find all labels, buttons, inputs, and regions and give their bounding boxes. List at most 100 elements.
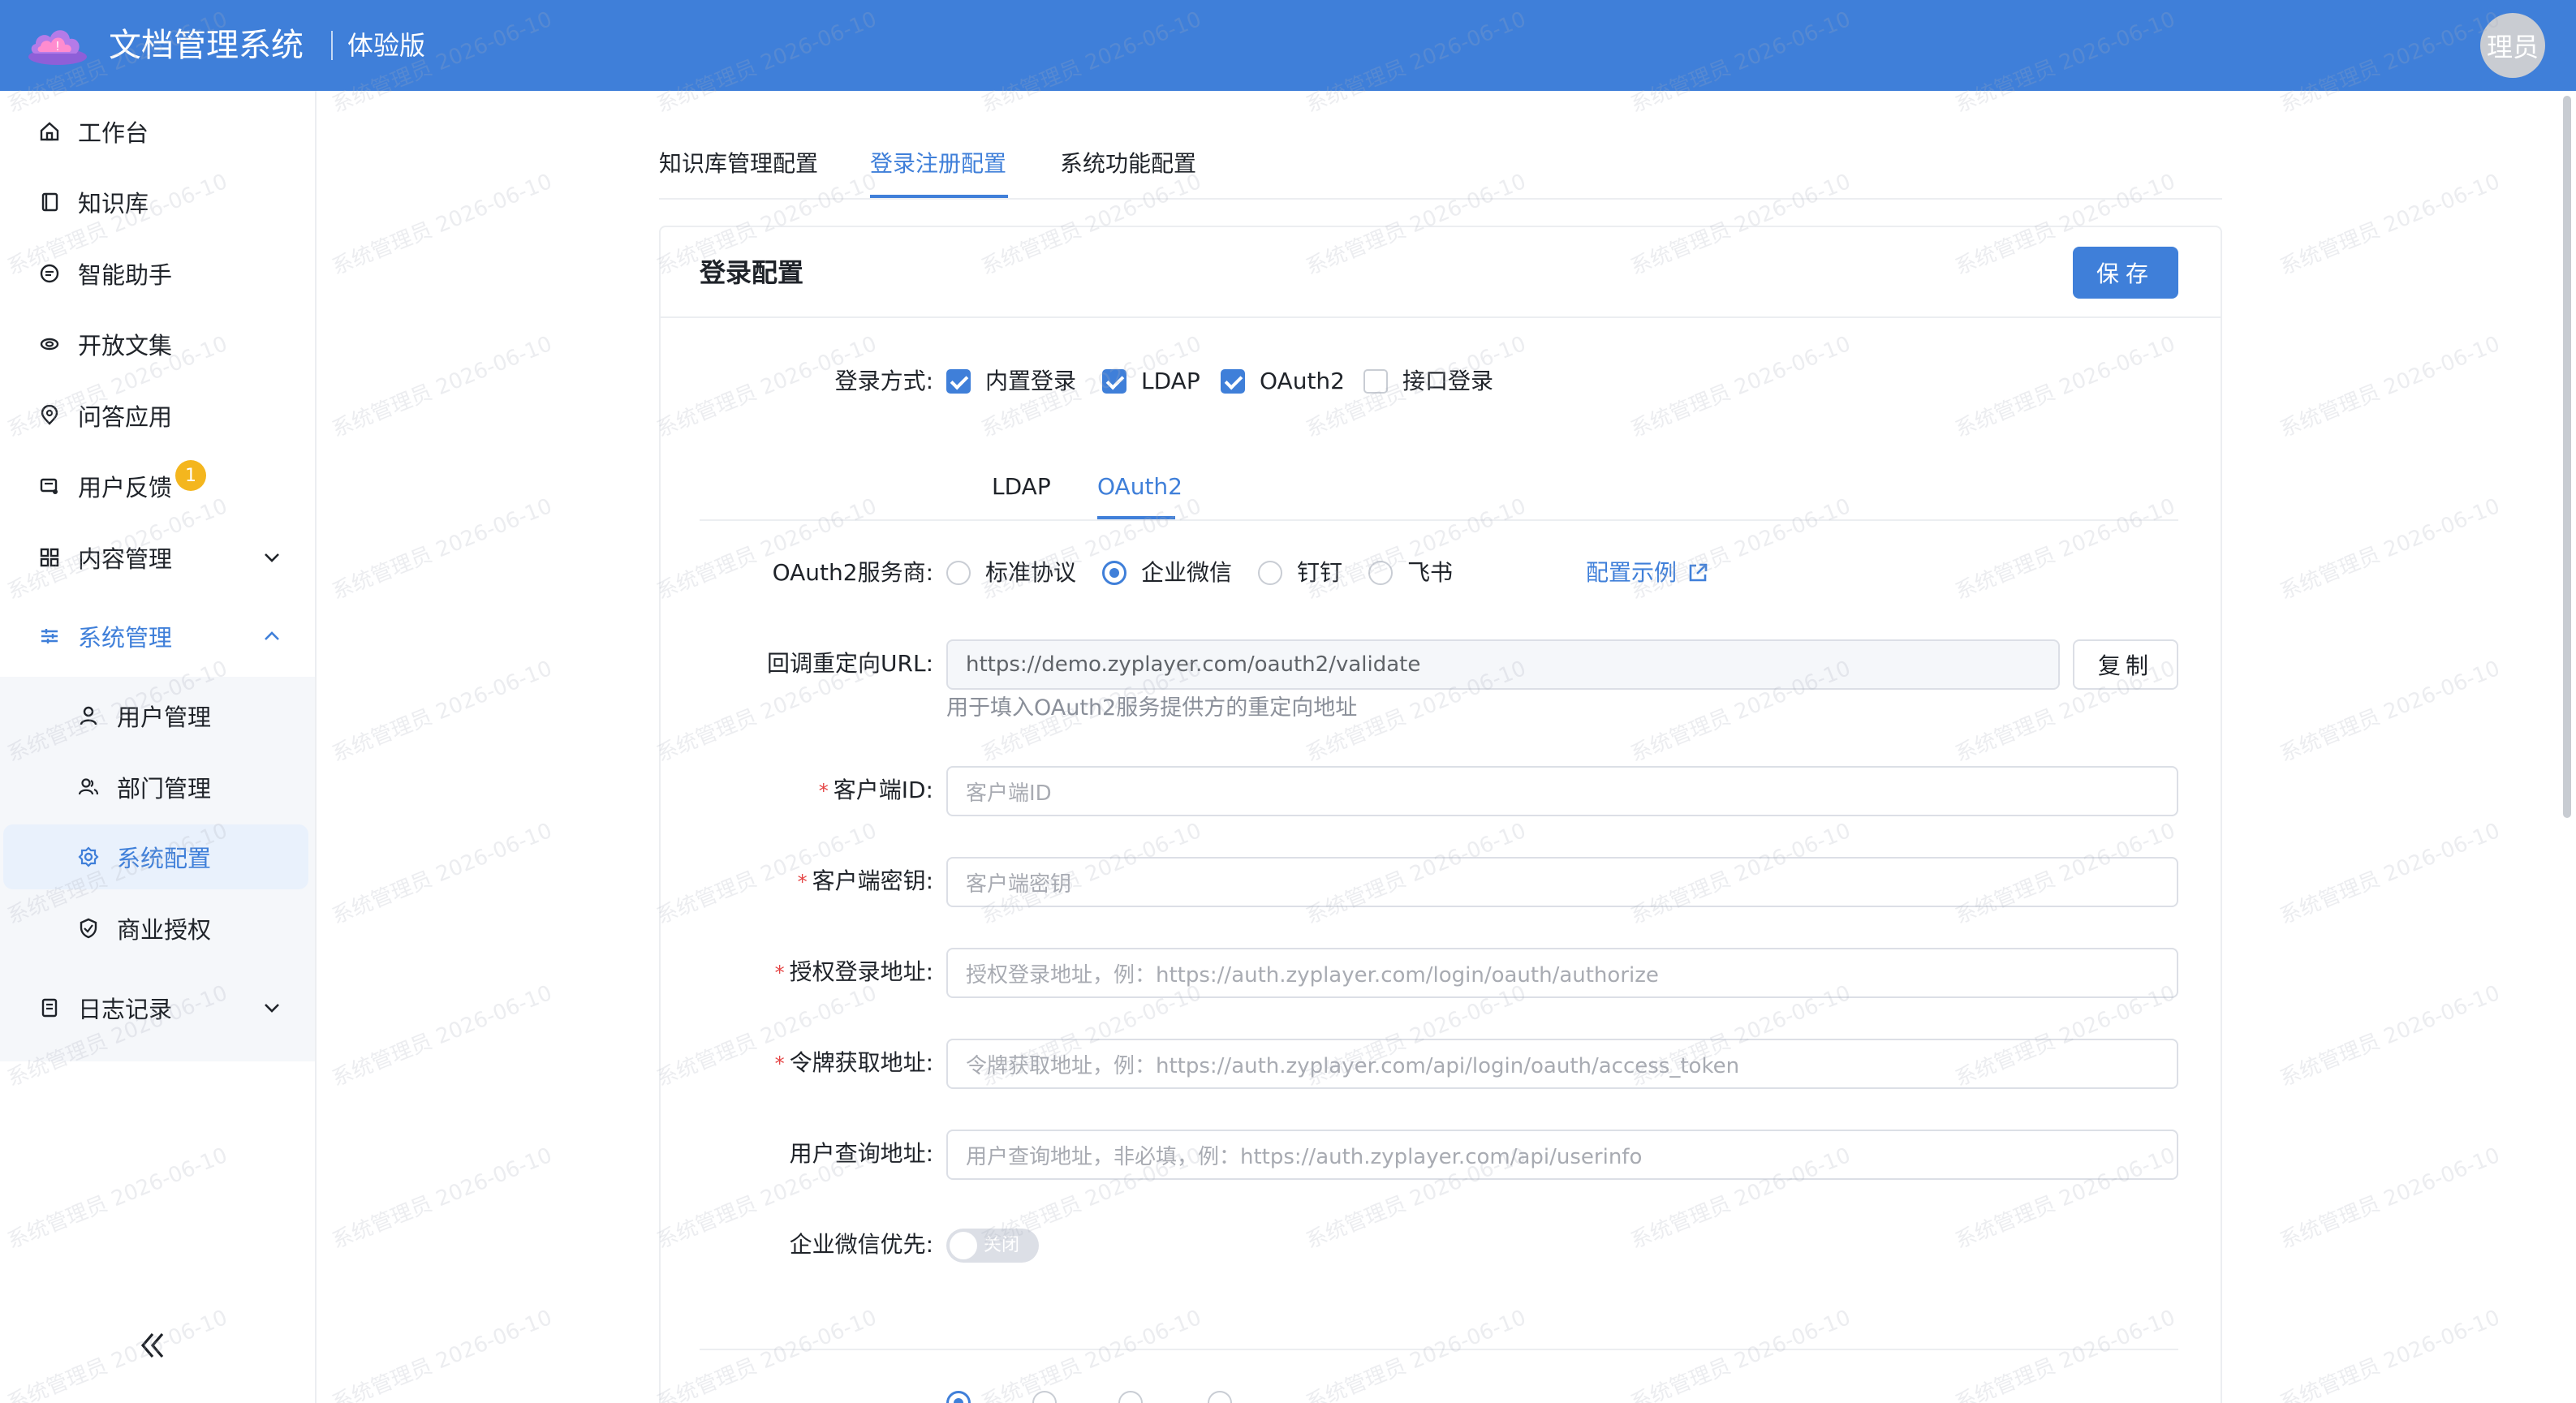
oauth-provider-label: OAuth2服务商: bbox=[772, 559, 933, 586]
checkbox-api-login[interactable] bbox=[1363, 369, 1388, 394]
user-avatar[interactable]: 理员 bbox=[2480, 13, 2545, 78]
chat-icon bbox=[36, 260, 63, 287]
sidebar-item-label: 问答应用 bbox=[78, 403, 173, 431]
watermark-text: 系统管理员 2026-06-10 bbox=[328, 818, 556, 930]
sidebar-subitem-system-config[interactable]: 系统配置 bbox=[3, 824, 308, 889]
checkbox-label: 内置登录 bbox=[985, 368, 1077, 394]
sidebar-item-label: 知识库 bbox=[78, 190, 149, 217]
watermark-text: 系统管理员 2026-06-10 bbox=[2276, 656, 2504, 768]
edition-label: 体验版 bbox=[347, 30, 426, 61]
userinfo-url-input[interactable]: 用户查询地址，非必填，例：https://auth.zyplayer.com/a… bbox=[946, 1130, 2178, 1180]
callback-url-help: 用于填入OAuth2服务提供方的重定向地址 bbox=[946, 695, 1358, 721]
sidebar: 工作台 知识库 智能助手 开放文集 问答应用 用户反馈 1 内容管理 系统管理 … bbox=[0, 91, 317, 1403]
qa-app-icon bbox=[36, 402, 63, 429]
tab-system-feature-config[interactable]: 系统功能配置 bbox=[1060, 148, 1196, 180]
sidebar-subitem-label: 系统配置 bbox=[117, 845, 212, 872]
copy-button[interactable]: 复制 bbox=[2073, 639, 2178, 690]
sidebar-item-assistant[interactable]: 智能助手 bbox=[0, 241, 315, 306]
radio-standard-protocol[interactable] bbox=[946, 561, 971, 585]
page-scrollbar[interactable] bbox=[2563, 96, 2571, 818]
watermark-text: 系统管理员 2026-06-10 bbox=[328, 331, 556, 443]
sidebar-item-log-records[interactable]: 日志记录 bbox=[0, 975, 315, 1040]
token-url-input[interactable]: 令牌获取地址，例：https://auth.zyplayer.com/api/l… bbox=[946, 1039, 2178, 1089]
watermark-text: 系统管理员 2026-06-10 bbox=[328, 493, 556, 605]
watermark-text: 系统管理员 2026-06-10 bbox=[2276, 1143, 2504, 1255]
wecom-priority-label: 企业微信优先: bbox=[789, 1231, 933, 1258]
checkbox-label: 接口登录 bbox=[1402, 368, 1494, 394]
callback-url-input[interactable]: https://demo.zyplayer.com/oauth2/validat… bbox=[946, 639, 2060, 690]
tab-oauth2[interactable]: OAuth2 bbox=[1097, 471, 1182, 503]
sidebar-item-system-management[interactable]: 系统管理 bbox=[0, 604, 315, 669]
log-icon bbox=[36, 994, 63, 1022]
card-header bbox=[659, 226, 2222, 318]
callback-url-label: 回调重定向URL: bbox=[767, 650, 933, 677]
sidebar-item-label: 用户反馈 bbox=[78, 474, 173, 501]
tab-login-config[interactable]: 登录注册配置 bbox=[870, 148, 1006, 180]
chevron-down-icon bbox=[258, 544, 286, 571]
chevron-down-icon bbox=[258, 994, 286, 1022]
token-url-label: * 令牌获取地址: bbox=[774, 1049, 933, 1076]
active-inner-tab-indicator bbox=[1097, 516, 1175, 519]
userinfo-url-label: 用户查询地址: bbox=[789, 1140, 933, 1167]
config-tabs: 知识库管理配置 登录注册配置 系统功能配置 bbox=[659, 138, 2222, 200]
grid-icon bbox=[36, 544, 63, 571]
card-title: 登录配置 bbox=[700, 257, 804, 288]
radio-dingtalk[interactable] bbox=[1258, 561, 1282, 585]
sidebar-item-label: 智能助手 bbox=[78, 261, 173, 289]
sidebar-subitem-business-license[interactable]: 商业授权 bbox=[0, 896, 315, 961]
cloud-logo-icon: ! bbox=[28, 30, 87, 65]
sidebar-item-open-collection[interactable]: 开放文集 bbox=[0, 312, 315, 377]
title-divider bbox=[331, 31, 333, 60]
sidebar-item-workbench[interactable]: 工作台 bbox=[0, 99, 315, 164]
checkbox-builtin-login[interactable] bbox=[946, 369, 971, 394]
watermark-text: 系统管理员 2026-06-10 bbox=[2276, 1305, 2504, 1403]
sidebar-item-qa-app[interactable]: 问答应用 bbox=[0, 383, 315, 448]
watermark-text: 系统管理员 2026-06-10 bbox=[328, 169, 556, 281]
sidebar-item-label: 日志记录 bbox=[78, 996, 173, 1023]
checkbox-ldap[interactable] bbox=[1102, 369, 1126, 394]
auth-url-label: * 授权登录地址: bbox=[774, 958, 933, 985]
watermark-text: 系统管理员 2026-06-10 bbox=[328, 656, 556, 768]
checkbox-label: OAuth2 bbox=[1260, 368, 1345, 394]
sidebar-subitem-label: 用户管理 bbox=[117, 704, 212, 731]
radio-label: 标准协议 bbox=[985, 559, 1077, 586]
collapse-sidebar-icon[interactable] bbox=[136, 1329, 169, 1362]
watermark-text: 系统管理员 2026-06-10 bbox=[2276, 331, 2504, 443]
wecom-priority-switch[interactable]: 关闭 bbox=[946, 1229, 1039, 1263]
sidebar-subitem-label: 商业授权 bbox=[117, 916, 212, 944]
tab-knowledge-config[interactable]: 知识库管理配置 bbox=[659, 148, 818, 180]
sidebar-item-knowledge-base[interactable]: 知识库 bbox=[0, 170, 315, 235]
app-title: 文档管理系统 bbox=[109, 27, 304, 64]
department-icon bbox=[75, 773, 102, 801]
radio-feishu[interactable] bbox=[1368, 561, 1393, 585]
client-id-input[interactable]: 客户端ID bbox=[946, 766, 2178, 816]
config-example-link[interactable]: 配置示例 bbox=[1586, 557, 1677, 589]
section-divider bbox=[700, 1349, 2178, 1350]
checkbox-label: LDAP bbox=[1141, 368, 1200, 394]
sidebar-subitem-department-management[interactable]: 部门管理 bbox=[0, 755, 315, 820]
sidebar-subitem-user-management[interactable]: 用户管理 bbox=[0, 683, 315, 748]
sidebar-item-content-management[interactable]: 内容管理 bbox=[0, 525, 315, 590]
sidebar-item-label: 开放文集 bbox=[78, 332, 173, 359]
watermark-text: 系统管理员 2026-06-10 bbox=[328, 1143, 556, 1255]
radio-wecom[interactable] bbox=[1102, 561, 1126, 585]
auth-url-input[interactable]: 授权登录地址，例：https://auth.zyplayer.com/login… bbox=[946, 948, 2178, 998]
external-link-icon[interactable] bbox=[1686, 562, 1709, 584]
chevron-up-icon bbox=[258, 622, 286, 650]
settings-sliders-icon bbox=[36, 622, 63, 650]
sidebar-item-feedback[interactable]: 用户反馈 1 bbox=[0, 454, 315, 519]
auth-method-tabs: LDAP OAuth2 bbox=[700, 458, 2178, 521]
user-icon bbox=[75, 702, 102, 729]
tab-ldap[interactable]: LDAP bbox=[992, 471, 1051, 503]
watermark-text: 系统管理员 2026-06-10 bbox=[2276, 818, 2504, 930]
save-button[interactable]: 保存 bbox=[2073, 247, 2178, 299]
sidebar-item-label: 内容管理 bbox=[78, 545, 173, 573]
client-secret-label: * 客户端密钥: bbox=[797, 867, 933, 894]
watermark-text: 系统管理员 2026-06-10 bbox=[328, 1305, 556, 1403]
shield-icon bbox=[75, 915, 102, 942]
checkbox-oauth2[interactable] bbox=[1221, 369, 1245, 394]
sidebar-subitem-label: 部门管理 bbox=[117, 775, 212, 803]
feedback-icon bbox=[36, 472, 63, 500]
radio-label: 企业微信 bbox=[1141, 559, 1233, 586]
client-secret-input[interactable]: 客户端密钥 bbox=[946, 857, 2178, 907]
